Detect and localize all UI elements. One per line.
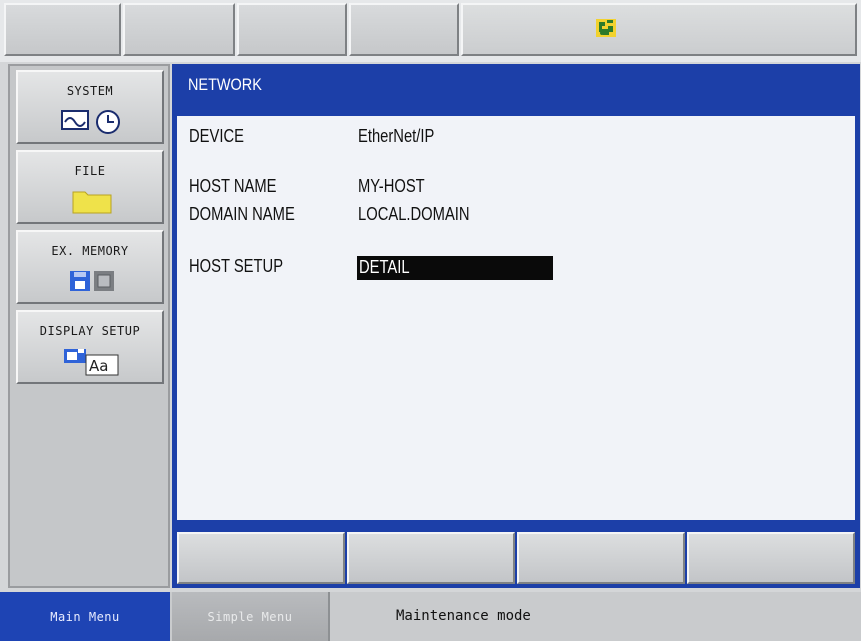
simple-menu-label: Simple Menu [207,609,293,624]
function-button-4[interactable] [687,532,855,584]
function-button-2[interactable] [347,532,515,584]
host-name-label: HOST NAME [189,176,277,196]
main-window: NETWORK DEVICE EtherNet/IP HOST NAME MY-… [172,64,860,588]
page-title: NETWORK [188,75,262,94]
domain-name-label: DOMAIN NAME [189,204,295,224]
function-button-1[interactable] [177,532,345,584]
top-tab-1[interactable] [4,3,121,56]
menu-ex-memory-button[interactable]: EX. MEMORY [16,230,164,304]
function-button-bar [172,526,860,588]
left-menu-panel: SYSTEM FILE EX. MEMORY DISPLAY SETUP Aa [8,64,170,588]
window-title-bar: NETWORK [176,66,856,116]
menu-display-setup-label: DISPLAY SETUP [39,324,141,338]
device-label: DEVICE [189,126,244,146]
mode-status-text: Maintenance mode [396,608,531,624]
menu-file-button[interactable]: FILE [16,150,164,224]
top-tab-3[interactable] [237,3,347,56]
host-setup-detail-value: DETAIL [359,257,410,277]
display-font-icon: Aa [64,349,119,376]
host-name-value[interactable]: MY-HOST [358,176,425,197]
main-menu-button[interactable]: Main Menu [0,592,170,641]
menu-display-setup-button[interactable]: DISPLAY SETUP Aa [16,310,164,384]
simple-menu-button[interactable]: Simple Menu [172,592,330,641]
menu-system-label: SYSTEM [66,84,114,98]
svg-text:Aa: Aa [89,357,108,375]
domain-name-value[interactable]: LOCAL.DOMAIN [358,204,470,225]
main-menu-label: Main Menu [50,609,120,624]
menu-ex-memory-label: EX. MEMORY [51,244,129,258]
menu-system-button[interactable]: SYSTEM [16,70,164,144]
function-button-3[interactable] [517,532,685,584]
folder-icon [72,191,112,214]
host-setup-label: HOST SETUP [189,256,284,276]
status-bar: Main Menu Simple Menu Maintenance mode [0,592,861,641]
memory-device-icon [70,271,114,291]
device-value[interactable]: EtherNet/IP [358,126,434,147]
top-tab-bar [0,0,861,62]
robot-status-icon [596,19,616,37]
top-tab-status[interactable] [461,3,857,56]
system-clock-icon [61,110,120,134]
network-settings-panel: DEVICE EtherNet/IP HOST NAME MY-HOST DOM… [177,116,855,520]
host-setup-detail-field[interactable]: DETAIL [357,256,553,280]
top-tab-4[interactable] [349,3,459,56]
top-tab-2[interactable] [123,3,235,56]
menu-file-label: FILE [74,164,106,178]
